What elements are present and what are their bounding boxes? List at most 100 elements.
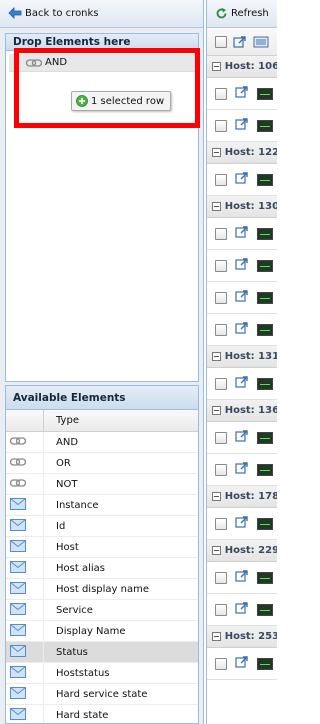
available-element-row[interactable]: Host xyxy=(6,537,198,558)
available-element-row[interactable]: Host alias xyxy=(6,558,198,579)
available-element-row[interactable]: Status xyxy=(6,642,198,663)
status-graph-icon[interactable] xyxy=(257,431,273,444)
collapse-icon[interactable]: − xyxy=(212,546,221,555)
available-element-row[interactable]: Id xyxy=(6,516,198,537)
link-icon xyxy=(9,436,27,448)
external-link-icon[interactable] xyxy=(235,601,249,618)
external-link-icon[interactable] xyxy=(235,429,249,446)
available-element-row[interactable]: Service xyxy=(6,600,198,621)
collapse-icon[interactable]: − xyxy=(212,632,221,641)
envelope-icon xyxy=(10,623,26,639)
available-element-row[interactable]: Hard service state xyxy=(6,684,198,705)
external-link-icon[interactable] xyxy=(233,35,247,49)
host-group-label: Host: 229 xyxy=(224,544,277,556)
drop-elements-panel[interactable]: Drop Elements here AND 1 selected row xyxy=(5,33,199,382)
screen-icon[interactable] xyxy=(253,35,269,49)
host-group-header[interactable]: − Host: 106 xyxy=(207,56,277,78)
status-row[interactable] xyxy=(207,282,277,314)
external-link-icon[interactable] xyxy=(235,321,249,338)
status-row[interactable] xyxy=(207,562,277,594)
external-link-icon[interactable] xyxy=(235,655,249,672)
status-row[interactable] xyxy=(207,314,277,346)
host-group-header[interactable]: − Host: 136 xyxy=(207,400,277,422)
row-checkbox[interactable] xyxy=(215,657,227,670)
external-link-icon[interactable] xyxy=(235,289,249,306)
collapse-icon[interactable]: − xyxy=(212,492,221,501)
external-link-icon[interactable] xyxy=(235,117,249,134)
status-row[interactable] xyxy=(207,454,277,486)
status-graph-icon[interactable] xyxy=(257,463,273,476)
status-graph-icon[interactable] xyxy=(257,603,273,616)
collapse-icon[interactable]: − xyxy=(212,62,221,71)
row-checkbox[interactable] xyxy=(215,173,227,186)
status-graph-icon[interactable] xyxy=(257,377,273,390)
status-row[interactable] xyxy=(207,218,277,250)
status-graph-icon[interactable] xyxy=(257,291,273,304)
host-group-header[interactable]: − Host: 178 xyxy=(207,486,277,508)
available-element-row[interactable]: Instance xyxy=(6,495,198,516)
host-group-header[interactable]: − Host: 130 xyxy=(207,196,277,218)
status-graph-icon[interactable] xyxy=(257,657,273,670)
status-graph-icon[interactable] xyxy=(257,119,273,132)
external-link-icon[interactable] xyxy=(235,569,249,586)
row-checkbox[interactable] xyxy=(215,119,227,132)
available-element-row[interactable]: Hard state xyxy=(6,705,198,723)
status-graph-icon[interactable] xyxy=(257,323,273,336)
row-checkbox[interactable] xyxy=(215,227,227,240)
refresh-button[interactable]: Refresh xyxy=(211,4,273,22)
row-checkbox[interactable] xyxy=(215,87,227,100)
status-row[interactable] xyxy=(207,648,277,680)
collapse-icon[interactable]: − xyxy=(212,406,221,415)
status-graph-icon[interactable] xyxy=(257,517,273,530)
back-to-cronks-button[interactable]: Back to cronks xyxy=(4,4,103,22)
drag-proxy-tooltip: 1 selected row xyxy=(71,91,172,111)
drop-tree[interactable]: AND 1 selected row xyxy=(6,51,198,381)
status-row[interactable] xyxy=(207,508,277,540)
external-link-icon[interactable] xyxy=(235,375,249,392)
collapse-icon[interactable]: − xyxy=(212,202,221,211)
external-link-icon[interactable] xyxy=(235,461,249,478)
external-link-icon[interactable] xyxy=(235,225,249,242)
available-element-row[interactable]: Display Name xyxy=(6,621,198,642)
collapse-icon[interactable]: − xyxy=(212,352,221,361)
external-link-icon[interactable] xyxy=(235,515,249,532)
row-checkbox[interactable] xyxy=(215,571,227,584)
status-graph-icon[interactable] xyxy=(257,227,273,240)
status-row[interactable] xyxy=(207,250,277,282)
row-checkbox[interactable] xyxy=(215,431,227,444)
status-row[interactable] xyxy=(207,78,277,110)
status-row[interactable] xyxy=(207,110,277,142)
row-checkbox[interactable] xyxy=(215,377,227,390)
host-group-header[interactable]: − Host: 229 xyxy=(207,540,277,562)
status-graph-icon[interactable] xyxy=(257,87,273,100)
available-element-row[interactable]: AND xyxy=(6,432,198,453)
available-element-row[interactable]: Host display name xyxy=(6,579,198,600)
available-elements-panel: Available Elements Type AND OR NOT Instance… xyxy=(5,385,199,724)
row-checkbox[interactable] xyxy=(215,259,227,272)
status-row[interactable] xyxy=(207,594,277,626)
status-graph-icon[interactable] xyxy=(257,173,273,186)
host-group-header[interactable]: − Host: 131 xyxy=(207,346,277,368)
status-row[interactable] xyxy=(207,368,277,400)
select-all-checkbox[interactable] xyxy=(215,35,227,48)
status-row[interactable] xyxy=(207,422,277,454)
host-group-header[interactable]: − Host: 122 xyxy=(207,142,277,164)
available-element-row[interactable]: Hoststatus xyxy=(6,663,198,684)
row-checkbox[interactable] xyxy=(215,517,227,530)
row-checkbox[interactable] xyxy=(215,603,227,616)
host-group-header[interactable]: − Host: 253 xyxy=(207,626,277,648)
available-element-row[interactable]: OR xyxy=(6,453,198,474)
tree-node-and[interactable]: AND xyxy=(9,54,195,72)
external-link-icon[interactable] xyxy=(235,85,249,102)
external-link-icon[interactable] xyxy=(235,257,249,274)
status-row[interactable] xyxy=(207,164,277,196)
collapse-icon[interactable]: − xyxy=(212,148,221,157)
row-checkbox[interactable] xyxy=(215,291,227,304)
row-checkbox[interactable] xyxy=(215,323,227,336)
type-column-header[interactable]: Type xyxy=(44,415,79,426)
status-graph-icon[interactable] xyxy=(257,571,273,584)
row-checkbox[interactable] xyxy=(215,463,227,476)
status-graph-icon[interactable] xyxy=(257,259,273,272)
available-element-row[interactable]: NOT xyxy=(6,474,198,495)
external-link-icon[interactable] xyxy=(235,171,249,188)
